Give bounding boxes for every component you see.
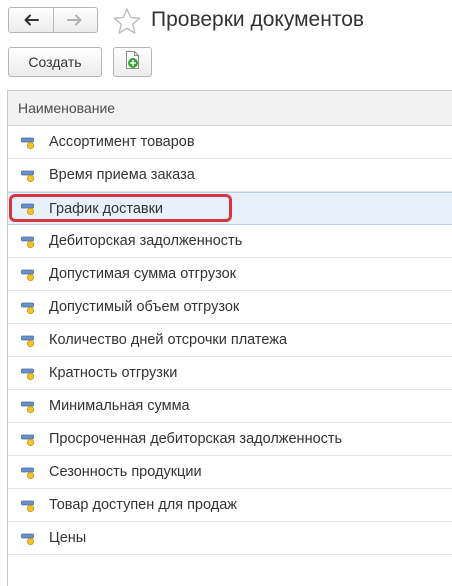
list-item-label: Цены [49,530,87,546]
list-item-label: Ассортимент товаров [49,134,195,150]
create-button[interactable]: Создать [8,47,102,77]
document-check-icon [21,399,35,414]
document-check-icon [21,465,35,480]
list-item[interactable]: Цены [8,522,452,555]
list-item-label: Дебиторская задолженность [49,233,243,249]
list-item[interactable]: Количество дней отсрочки платежа [8,324,452,357]
list-item[interactable]: Товар доступен для продаж [8,489,452,522]
add-document-button[interactable] [113,47,152,77]
list-item-label: Товар доступен для продаж [49,497,237,513]
list-item[interactable]: Допустимый объем отгрузок [8,291,452,324]
document-check-icon [21,498,35,513]
star-icon [112,8,142,39]
documents-checks-list: Наименование Ассортимент товаров Время пр… [7,90,452,586]
document-check-icon [21,201,35,216]
list-item[interactable]: Просроченная дебиторская задолженность [8,423,452,456]
list-item-label: График доставки [49,200,164,217]
column-header-name[interactable]: Наименование [8,91,452,126]
list-item[interactable]: График доставки [8,192,452,225]
list-item[interactable]: Дебиторская задолженность [8,225,452,258]
navigation-buttons [8,7,98,33]
list-item-label: Кратность отгрузки [49,365,178,381]
list-item-label: Минимальная сумма [49,398,190,414]
list-item-label: Просроченная дебиторская задолженность [49,431,343,447]
document-check-icon [21,432,35,447]
document-check-icon [21,300,35,315]
list-item[interactable]: Кратность отгрузки [8,357,452,390]
document-check-icon [21,135,35,150]
arrow-right-icon [67,14,83,26]
list-item[interactable]: Допустимая сумма отгрузок [8,258,452,291]
document-check-icon [21,168,35,183]
list-item-label: Количество дней отсрочки платежа [49,332,288,348]
back-button[interactable] [9,8,53,32]
favorite-button[interactable] [112,7,142,35]
document-check-icon [21,267,35,282]
list-item[interactable]: Минимальная сумма [8,390,452,423]
list-item[interactable]: Ассортимент товаров [8,126,452,159]
document-check-icon [21,333,35,348]
list-item[interactable]: Время приема заказа [8,159,452,192]
list-item-label: Сезонность продукции [49,464,202,480]
list-rows: Ассортимент товаров Время приема заказа Гр… [8,126,452,555]
document-check-icon [21,234,35,249]
list-item-label: Допустимый объем отгрузок [49,299,240,315]
add-document-icon [124,50,142,75]
page-title: Проверки документов [151,8,365,31]
document-check-icon [21,366,35,381]
document-check-icon [21,531,35,546]
forward-button[interactable] [52,8,98,32]
list-item-label: Допустимая сумма отгрузок [49,266,236,282]
list-item[interactable]: Сезонность продукции [8,456,452,489]
list-item-label: Время приема заказа [49,167,195,183]
arrow-left-icon [23,14,39,26]
